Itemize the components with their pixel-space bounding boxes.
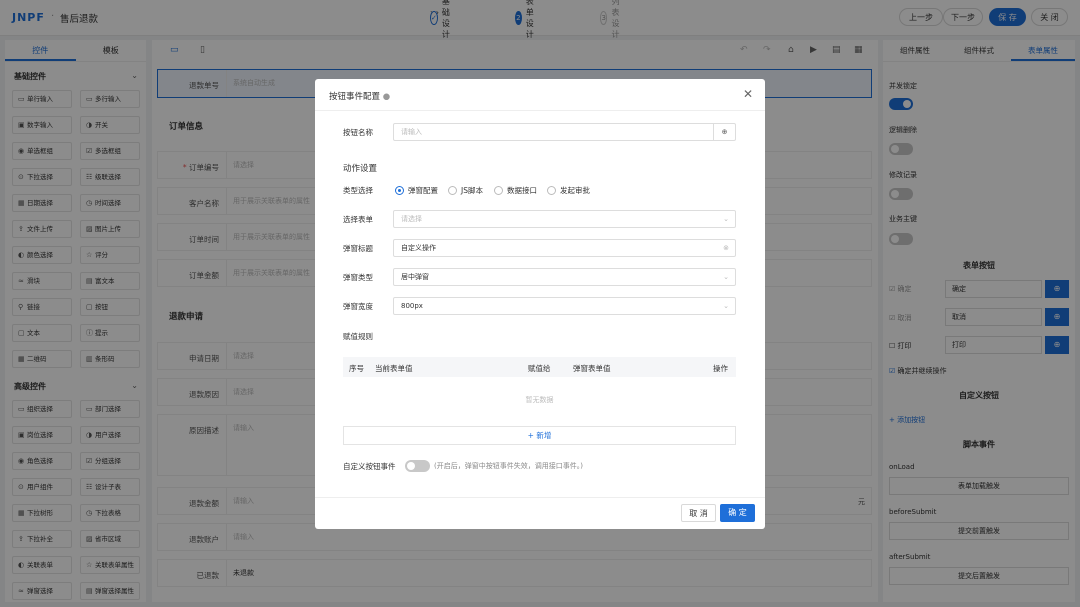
radio-label: JS脚本 — [461, 186, 483, 195]
radio-label: 弹窗配置 — [408, 186, 438, 195]
popup-title-label: 弹窗标题 — [343, 244, 373, 253]
action-settings-title: 动作设置 — [343, 164, 378, 174]
chevron-down-icon: ⌄ — [723, 273, 729, 281]
assign-table-header: 序号 当前表单值 赋值给 弹窗表单值 操作 — [343, 357, 736, 377]
clear-icon[interactable]: ⊗ — [723, 240, 729, 256]
form-label: 选择表单 — [343, 215, 373, 224]
radio-data-api[interactable]: 数据接口 — [494, 185, 537, 196]
popup-title-input[interactable]: 自定义操作 ⊗ — [393, 239, 736, 257]
popup-width-label: 弹窗宽度 — [343, 302, 373, 311]
popup-type-select[interactable]: 居中弹窗 ⌄ — [393, 268, 736, 286]
button-event-dialog: 按钮事件配置 ● ✕ 按钮名称 请输入 ⊕ 动作设置 类型选择 弹窗配置 JS脚… — [315, 79, 765, 529]
type-label: 类型选择 — [343, 186, 373, 195]
assign-rules-label: 赋值规则 — [343, 332, 373, 341]
col-popup-value: 弹窗表单值 — [573, 364, 611, 373]
placeholder: 请输入 — [401, 128, 422, 136]
radio-label: 发起审批 — [560, 186, 590, 195]
form-select[interactable]: 请选择 ⌄ — [393, 210, 736, 228]
popup-type-label: 弹窗类型 — [343, 273, 373, 282]
empty-text: 暂无数据 — [525, 396, 554, 404]
col-assign-to: 赋值给 — [528, 364, 551, 373]
dialog-title: 按钮事件配置 ● — [329, 90, 390, 102]
col-index: 序号 — [349, 364, 364, 373]
radio-start-approval[interactable]: 发起审批 — [547, 185, 590, 196]
dialog-title-text: 按钮事件配置 — [329, 92, 381, 102]
close-icon[interactable]: ✕ — [743, 87, 753, 101]
chevron-down-icon: ⌄ — [723, 215, 729, 223]
confirm-button[interactable]: 确 定 — [720, 504, 755, 522]
radio-popup-config[interactable]: 弹窗配置 — [395, 185, 438, 196]
radio-js-script[interactable]: JS脚本 — [448, 185, 483, 196]
globe-icon[interactable]: ⊕ — [713, 124, 735, 140]
input-value: 居中弹窗 — [401, 273, 429, 281]
help-icon: ● — [382, 92, 391, 102]
col-current-value: 当前表单值 — [375, 364, 413, 373]
col-action: 操作 — [713, 364, 728, 373]
cancel-button[interactable]: 取 消 — [681, 504, 716, 522]
input-value: 自定义操作 — [401, 244, 436, 252]
chevron-down-icon: ⌄ — [723, 302, 729, 310]
input-value: 800px — [401, 302, 423, 310]
radio-label: 数据接口 — [507, 186, 537, 195]
popup-width-select[interactable]: 800px ⌄ — [393, 297, 736, 315]
custom-event-hint: (开启后，弹窗中按钮事件失效，调用接口事件。) — [434, 462, 583, 470]
name-label: 按钮名称 — [343, 128, 373, 137]
add-row-button[interactable]: + 新增 — [343, 426, 736, 445]
button-name-input[interactable]: 请输入 ⊕ — [393, 123, 736, 141]
placeholder: 请选择 — [401, 215, 422, 223]
custom-event-label: 自定义按钮事件 — [343, 462, 396, 471]
custom-event-toggle[interactable] — [405, 460, 430, 472]
